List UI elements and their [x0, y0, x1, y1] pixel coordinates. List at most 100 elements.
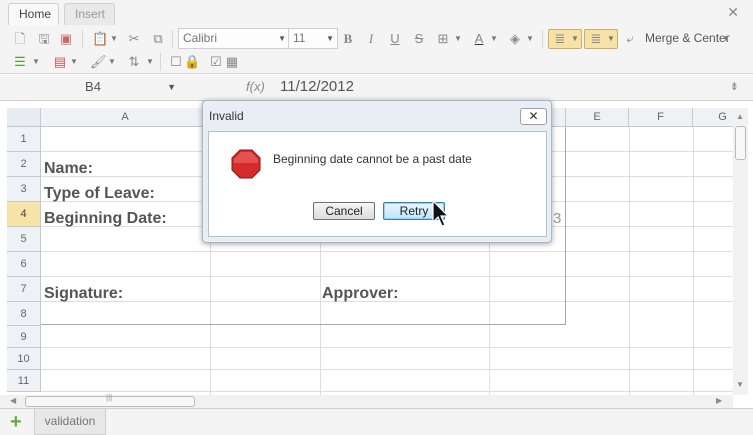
insert-row-icon[interactable]: ☰: [12, 54, 28, 70]
sort-icon[interactable]: ⇅: [126, 54, 142, 70]
borders-dropdown-icon[interactable]: ▼: [454, 31, 462, 47]
insert-dropdown-icon[interactable]: ▼: [32, 54, 40, 70]
column-header-g[interactable]: G: [693, 108, 733, 127]
row-header[interactable]: 3: [7, 177, 41, 202]
paste-dropdown-icon[interactable]: ▼: [110, 31, 118, 47]
gridline: [629, 127, 630, 395]
tab-home[interactable]: Home: [8, 3, 59, 25]
scroll-down-icon[interactable]: ▼: [736, 380, 744, 389]
delete-row-icon[interactable]: ▤: [52, 54, 68, 70]
column-header-e[interactable]: E: [566, 108, 629, 127]
cell-a7[interactable]: Signature:: [44, 285, 123, 303]
error-dialog: Invalid ✕ Beginning date cannot be a pas…: [202, 100, 552, 243]
mouse-cursor-icon: [432, 200, 450, 227]
row-header[interactable]: 6: [7, 252, 41, 277]
font-size-select[interactable]: 11 ▼: [288, 28, 338, 49]
dialog-message: Beginning date cannot be a past date: [273, 152, 472, 166]
vertical-scroll-thumb[interactable]: [735, 126, 746, 160]
toolbar-row-2: ☰ ▼ ▤ ▼ 🖌 ▼ ⇅ ▼ ☐ 🔒 ☑ ▦: [8, 50, 248, 74]
save-icon[interactable]: 🖫: [36, 31, 52, 47]
align-right-button[interactable]: ≣ ▼: [584, 29, 618, 49]
formula-input[interactable]: 11/12/2012: [280, 78, 354, 95]
formula-bar: B4 ▼ f(x) 11/12/2012 ⇟: [0, 75, 753, 101]
clear-icon[interactable]: 🖌: [90, 54, 107, 70]
separator: [82, 30, 83, 48]
align-left-button[interactable]: ≣ ▼: [548, 29, 582, 49]
delete-icon[interactable]: ▣: [58, 31, 74, 47]
horizontal-scrollbar[interactable]: ◀ ||| ▶: [0, 393, 733, 408]
fill-color-icon[interactable]: ◈: [507, 31, 523, 47]
checkbox-icon[interactable]: ☐: [168, 54, 184, 70]
cell-a2[interactable]: Name:: [44, 160, 93, 178]
row-header[interactable]: 10: [7, 348, 41, 370]
font-name-value: Calibri: [183, 31, 218, 45]
checkbox-checked-icon[interactable]: ☑: [208, 54, 224, 70]
name-box[interactable]: B4 ▼: [6, 77, 180, 98]
lock-icon[interactable]: 🔒: [184, 54, 200, 70]
toolbar-row-1: 🗋 🖫 ▣ 📋 ▼ ✂ ⧉ Calibri ▼ 11 ▼ B I U S ⊞ ▼…: [8, 27, 748, 51]
cell-a4[interactable]: Beginning Date:: [44, 210, 167, 228]
fill-color-dropdown-icon[interactable]: ▼: [526, 31, 534, 47]
separator: [542, 30, 543, 48]
expand-icon[interactable]: ⇟: [730, 80, 739, 93]
cell-d4[interactable]: 3: [553, 210, 561, 227]
ribbon: Home Insert ✕ 🗋 🖫 ▣ 📋 ▼ ✂ ⧉ Calibri ▼ 11…: [0, 0, 753, 74]
tab-insert[interactable]: Insert: [64, 3, 115, 25]
paste-icon[interactable]: 📋: [92, 31, 108, 47]
italic-button[interactable]: I: [363, 31, 379, 47]
gridline: [693, 127, 694, 395]
separator: [160, 53, 161, 71]
scroll-right-icon[interactable]: ▶: [716, 396, 722, 405]
separator: [172, 30, 173, 48]
dialog-title: Invalid: [209, 109, 244, 123]
borders-icon[interactable]: ⊞: [435, 31, 451, 47]
column-header-f[interactable]: F: [629, 108, 693, 127]
align-icon: ≣: [590, 31, 602, 46]
align-icon: ≣: [554, 31, 566, 46]
underline-button[interactable]: U: [387, 31, 403, 47]
dialog-close-button[interactable]: ✕: [520, 108, 547, 125]
cell-a3[interactable]: Type of Leave:: [44, 185, 155, 203]
row-header-selected[interactable]: 4: [7, 202, 41, 227]
sheet-tab-bar: + validation: [0, 408, 753, 435]
copy-icon[interactable]: ⧉: [150, 31, 166, 47]
font-name-select[interactable]: Calibri ▼: [178, 28, 290, 49]
row-header[interactable]: 5: [7, 227, 41, 252]
merge-dropdown-icon[interactable]: ▼: [722, 31, 730, 47]
vertical-scrollbar[interactable]: ▲ ▼: [733, 108, 748, 395]
scroll-left-icon[interactable]: ◀: [10, 396, 16, 405]
font-color-button[interactable]: A: [471, 31, 487, 47]
row-header[interactable]: 9: [7, 326, 41, 348]
gridlines-icon[interactable]: ▦: [224, 54, 240, 70]
cell-reference: B4: [85, 79, 101, 94]
grip-icon: |||: [106, 393, 113, 402]
row-header[interactable]: 2: [7, 152, 41, 177]
select-all-corner[interactable]: [7, 108, 41, 127]
bold-button[interactable]: B: [340, 31, 356, 47]
new-doc-icon[interactable]: 🗋: [12, 31, 28, 47]
dialog-body: Beginning date cannot be a past date Can…: [208, 131, 547, 237]
cell-c7[interactable]: Approver:: [322, 285, 398, 303]
row-header[interactable]: 1: [7, 127, 41, 152]
column-header-a[interactable]: A: [41, 108, 210, 127]
row-header[interactable]: 11: [7, 370, 41, 392]
wrap-icon[interactable]: ⤶: [622, 31, 638, 47]
chevron-down-icon: ▼: [607, 34, 615, 43]
scroll-up-icon[interactable]: ▲: [736, 112, 744, 121]
chevron-down-icon: ▼: [326, 34, 334, 43]
function-label[interactable]: f(x): [246, 79, 265, 94]
cancel-button[interactable]: Cancel: [313, 202, 375, 220]
strikethrough-button[interactable]: S: [411, 31, 427, 47]
font-color-dropdown-icon[interactable]: ▼: [490, 31, 498, 47]
cut-icon[interactable]: ✂: [126, 31, 142, 47]
row-header[interactable]: 8: [7, 302, 41, 326]
chevron-down-icon: ▼: [278, 34, 286, 43]
merge-center-button[interactable]: Merge & Center: [645, 31, 730, 45]
row-header[interactable]: 7: [7, 277, 41, 302]
sheet-tab-validation[interactable]: validation: [34, 409, 106, 435]
sort-dropdown-icon[interactable]: ▼: [146, 54, 154, 70]
close-icon[interactable]: ✕: [727, 4, 739, 21]
add-sheet-icon[interactable]: +: [10, 412, 22, 432]
delete-dropdown-icon[interactable]: ▼: [70, 54, 78, 70]
clear-dropdown-icon[interactable]: ▼: [108, 54, 116, 70]
